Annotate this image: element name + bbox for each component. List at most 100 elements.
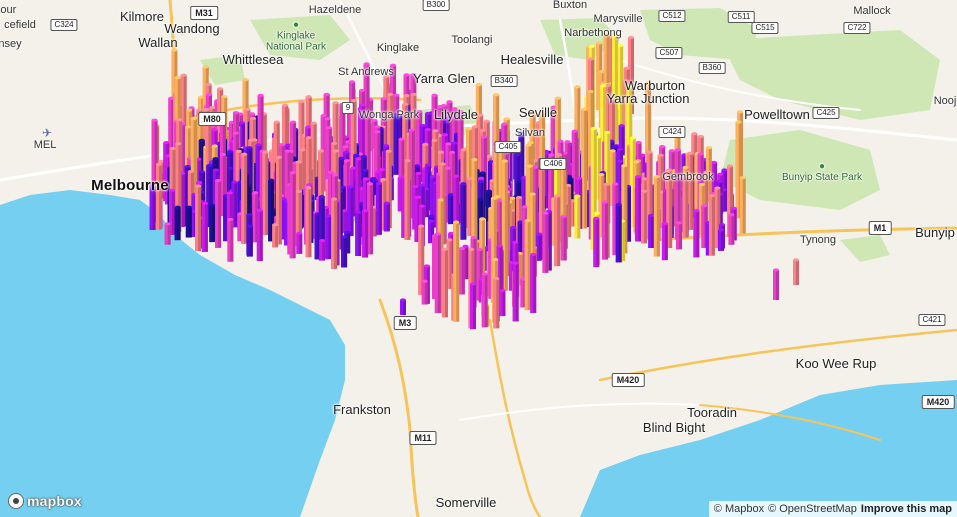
data-column-cap	[587, 89, 594, 94]
data-column-highlight	[314, 213, 318, 260]
data-column-cap	[410, 92, 417, 96]
place-label-wandong: Wandong	[164, 21, 220, 36]
data-column-highlight	[246, 225, 250, 257]
data-column-highlight	[195, 185, 199, 252]
data-column-cap	[156, 162, 163, 166]
data-column-cap	[588, 57, 595, 61]
road-shield: C511	[727, 11, 755, 23]
data-column-cap	[682, 165, 689, 170]
data-column-highlight	[421, 281, 425, 305]
data-column-highlight	[362, 210, 366, 258]
place-label-kilmore: Kilmore	[119, 9, 165, 24]
place-label-wallan: Wallan	[138, 35, 178, 50]
road-shield: C515	[751, 22, 779, 34]
road-shield: B340	[490, 75, 518, 87]
data-column-cap	[432, 129, 439, 133]
data-column-cap	[256, 208, 263, 213]
data-column-cap	[648, 213, 655, 217]
data-column-cap	[202, 65, 209, 69]
data-column-highlight	[418, 226, 422, 295]
data-column-cap	[299, 148, 306, 152]
road-shield: M1	[868, 221, 892, 235]
data-column-cap	[343, 150, 350, 154]
data-column-cap	[212, 157, 219, 161]
data-column-highlight	[735, 121, 739, 219]
data-column-cap	[211, 128, 218, 132]
park-label-bunyip-sp: ● Bunyip State Park	[781, 161, 863, 183]
data-column-cap	[383, 144, 390, 148]
data-column-cap	[590, 126, 597, 131]
data-column-highlight	[341, 236, 345, 268]
data-column-cap	[653, 174, 660, 179]
place-label-wonga-park: Wonga Park	[358, 109, 420, 121]
data-column-highlight	[542, 213, 546, 273]
data-column-cap	[221, 95, 228, 99]
data-column-cap	[466, 127, 473, 131]
data-column-cap	[248, 138, 255, 142]
data-column-cap	[168, 188, 175, 192]
data-column-cap	[441, 247, 448, 251]
place-label-mallock: Mallock	[853, 5, 891, 17]
data-column-cap	[641, 189, 648, 193]
data-column-cap	[737, 110, 744, 114]
data-column-highlight	[215, 180, 219, 248]
airport-icon: ✈	[41, 126, 53, 140]
data-column-cap	[427, 219, 434, 223]
data-column-cap	[576, 176, 583, 180]
place-label-blind-bight: Blind Bight	[642, 420, 706, 435]
data-column-cap	[714, 186, 721, 190]
improve-map-link[interactable]: Improve this map	[861, 503, 952, 515]
data-column-cap	[542, 211, 549, 215]
data-column-cap	[419, 123, 426, 128]
data-column-cap	[211, 144, 218, 148]
data-column-highlight	[393, 114, 397, 175]
data-column-cap	[621, 164, 628, 168]
data-column-cap	[408, 128, 415, 132]
place-label-yarra-junction: Yarra Junction	[606, 91, 690, 106]
attribution-mapbox-link[interactable]: © Mapbox	[714, 503, 764, 515]
data-column-cap	[375, 181, 382, 185]
data-column-highlight	[648, 215, 652, 249]
data-column-cap	[470, 236, 477, 240]
data-column-highlight	[612, 184, 616, 255]
data-column-cap	[290, 120, 297, 124]
data-column-cap	[617, 43, 624, 48]
data-column-cap	[246, 213, 253, 217]
data-column-cap	[468, 247, 475, 251]
data-column-cap	[635, 175, 642, 179]
data-column-highlight	[256, 210, 260, 261]
data-column-highlight	[773, 270, 776, 300]
data-column-cap	[567, 177, 574, 181]
data-column-cap	[196, 108, 203, 112]
data-column-cap	[611, 144, 618, 148]
place-label-hazeldene: Hazeldene	[308, 4, 362, 16]
data-column-cap	[449, 150, 456, 155]
data-column-cap	[554, 96, 561, 100]
data-column-cap	[185, 205, 192, 209]
attribution-osm-link[interactable]: © OpenStreetMap	[768, 503, 857, 515]
data-column-cap	[250, 116, 257, 120]
data-column-cap	[485, 189, 492, 193]
data-column-cap	[295, 189, 302, 194]
data-column-cap	[186, 108, 193, 112]
data-column-cap	[512, 261, 519, 265]
data-column-cap	[483, 119, 490, 123]
data-column-highlight	[441, 249, 445, 318]
data-column-cap	[477, 180, 484, 184]
data-column-cap	[404, 159, 411, 163]
map-view[interactable]: Kilmore Wandong Wallan Hazeldene Whittlesea K…	[0, 0, 957, 517]
data-column-highlight	[401, 176, 405, 238]
data-column-cap	[711, 160, 718, 165]
data-column-highlight	[427, 221, 431, 244]
data-column-cap	[164, 222, 171, 226]
data-column-cap	[556, 153, 563, 157]
data-column-cap	[472, 125, 479, 129]
place-label-ensey: nsey	[0, 38, 22, 50]
data-column-cap	[324, 117, 331, 121]
data-column-cap	[262, 150, 269, 154]
data-column-cap	[374, 125, 381, 129]
place-label-mel: MEL	[33, 139, 57, 151]
data-column-cap	[305, 95, 312, 99]
mapbox-logo[interactable]: mapbox	[8, 493, 82, 509]
data-column-cap	[331, 197, 338, 201]
